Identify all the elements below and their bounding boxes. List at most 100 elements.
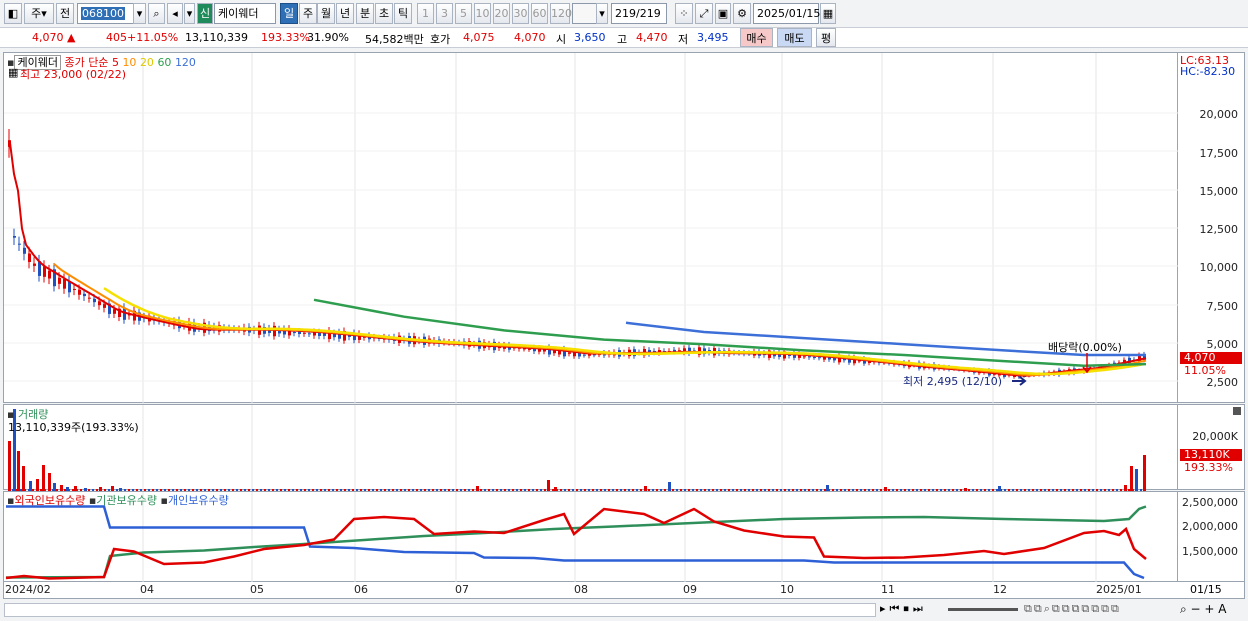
volume-value: 13,110,339 xyxy=(185,31,248,44)
gear-icon[interactable]: ⚙ xyxy=(733,3,751,24)
period-tab[interactable]: 분 xyxy=(356,3,374,24)
range-field[interactable]: 219/219 xyxy=(611,3,667,24)
holdings-panel[interactable]: ▪외국인보유수량 ▪기관보유수량 ▪개인보유수량 xyxy=(3,491,1178,583)
minute-button[interactable]: 120 xyxy=(550,3,572,24)
x-tick: 12 xyxy=(993,583,1007,596)
volume-bar xyxy=(668,482,671,491)
candle-body xyxy=(23,247,26,254)
change-pct: +11.05% xyxy=(127,31,179,44)
candle-body xyxy=(93,298,96,303)
save-icon[interactable]: ▣ xyxy=(715,3,731,24)
date-field[interactable]: 2025/01/15 xyxy=(753,3,820,24)
period-tab[interactable]: 월 xyxy=(317,3,335,24)
chart-window: ◧ 주▾ 전 068100 ▾ ⌕ ◂ ▾ 신 케이웨더 일주월년분초틱 135… xyxy=(0,0,1248,621)
candle-body xyxy=(28,253,31,263)
calendar-icon[interactable]: ▦ xyxy=(820,3,836,24)
volume-note: 13,110,339주(193.33%) xyxy=(8,421,139,434)
price-panel[interactable]: ▪ 케이웨더 종가 단순 5 10 20 60 120 ▦ 최고 23,000 (… xyxy=(3,52,1179,404)
candle-body xyxy=(583,354,586,356)
candle-body xyxy=(48,270,51,279)
range-dropdown-icon[interactable]: ▾ xyxy=(596,3,608,24)
y-tick: 12,500 xyxy=(1199,223,1239,236)
minute-button[interactable]: 5 xyxy=(455,3,472,24)
playback-controls[interactable]: ▸⏮⏹⏭ xyxy=(880,602,927,616)
candle-body xyxy=(63,279,66,289)
dividend-note: 배당락(0.00%) xyxy=(1048,341,1122,354)
current-price-tag: 4,070 xyxy=(1180,352,1242,364)
volume-bar xyxy=(8,441,11,491)
volume-bar xyxy=(17,451,20,491)
candle-body xyxy=(568,352,571,354)
ma60-label: 60 xyxy=(157,56,172,69)
stock-name-field: 케이웨더 xyxy=(214,3,276,24)
candle-body xyxy=(78,289,81,295)
minute-button[interactable]: 60 xyxy=(531,3,548,24)
buy-button[interactable]: 매수 xyxy=(740,28,773,47)
x-tick: 2025/01 xyxy=(1096,583,1142,596)
zoom-slider[interactable] xyxy=(948,608,1018,611)
search-icon[interactable]: ⌕ xyxy=(148,3,165,24)
period-tab[interactable]: 주 xyxy=(299,3,317,24)
period-tab[interactable]: 일 xyxy=(280,3,298,24)
volume-bar xyxy=(53,483,56,491)
minute-button[interactable]: 3 xyxy=(436,3,453,24)
dots-icon[interactable]: ⁘ xyxy=(675,3,693,24)
tool-icons[interactable]: ⧉⧉⌕⧉⧉⧉⧉⧉⧉⧉ xyxy=(1024,602,1121,616)
y-tick: 2,500 xyxy=(1206,376,1239,389)
y-tick: 10,000 xyxy=(1199,261,1239,274)
high-label: 고 xyxy=(617,33,628,46)
sell-button[interactable]: 매도 xyxy=(777,28,812,47)
x-tick: 11 xyxy=(881,583,895,596)
price-chart-svg xyxy=(4,53,1179,404)
minute-button[interactable]: 10 xyxy=(474,3,491,24)
volume-bar xyxy=(1130,466,1133,491)
volume-bar xyxy=(1135,469,1138,491)
y-tick: 17,500 xyxy=(1199,147,1239,160)
y-tick: 20,000K xyxy=(1192,430,1238,443)
x-tick: 06 xyxy=(354,583,368,596)
change-value: 405 xyxy=(106,31,127,44)
open-value: 3,650 xyxy=(574,31,606,44)
current-pct-tag: 11.05% xyxy=(1184,364,1226,377)
y-tick: 2,500,000 xyxy=(1182,496,1238,509)
volume-panel[interactable]: ▪ 거래량 13,110,339주(193.33%) xyxy=(3,404,1178,491)
amount: 54,582백만 xyxy=(365,33,424,46)
quote-bar: 4,070 ▲ 405 +11.05% 13,110,339 193.33% 3… xyxy=(0,27,1248,48)
maximize-icon[interactable] xyxy=(1233,407,1241,415)
candle-body xyxy=(58,277,61,284)
ma5-line xyxy=(9,142,1147,377)
scrollbar[interactable] xyxy=(4,603,876,617)
code-dropdown-icon[interactable]: ▾ xyxy=(133,3,146,24)
minute-button[interactable]: 1 xyxy=(417,3,434,24)
high-value: 4,470 xyxy=(636,31,668,44)
crosshair-icon[interactable]: ⤢ xyxy=(695,3,713,24)
volume-bar xyxy=(22,466,25,491)
period-tab[interactable]: 틱 xyxy=(394,3,412,24)
minute-button[interactable]: 30 xyxy=(512,3,529,24)
eval-button[interactable]: 평 xyxy=(816,28,836,47)
speaker-icon[interactable]: ◂ xyxy=(167,3,183,24)
period-tab[interactable]: 초 xyxy=(375,3,393,24)
candle-body xyxy=(273,325,276,337)
holdings-axis: 2,500,000 2,000,000 1,500,000 xyxy=(1178,491,1245,582)
zoom-controls[interactable]: ⌕ − + A xyxy=(1180,602,1226,617)
ma120-label: 120 xyxy=(174,56,196,69)
min-note: 최저 2,495 (12/10) xyxy=(903,375,1003,388)
volume-bar xyxy=(36,479,39,491)
candle-body xyxy=(83,293,86,297)
volume-chart-svg xyxy=(8,405,1146,491)
up-arrow-icon: ▲ xyxy=(67,31,76,44)
candle-body xyxy=(808,356,811,358)
prev-button[interactable]: 전 xyxy=(56,3,74,24)
market-select[interactable]: 주▾ xyxy=(24,3,54,24)
period-tab[interactable]: 년 xyxy=(336,3,354,24)
candle-body xyxy=(293,332,296,334)
minute-button[interactable]: 20 xyxy=(493,3,510,24)
window-icon[interactable]: ◧ xyxy=(4,3,22,24)
bottom-bar: ▸⏮⏹⏭ ⧉⧉⌕⧉⧉⧉⧉⧉⧉⧉ ⌕ − + A xyxy=(0,600,1248,621)
calendar-small-icon: ▦ xyxy=(8,66,19,79)
candle-body xyxy=(13,236,16,238)
legend-foreign: 외국인보유수량 xyxy=(14,494,86,507)
speaker-dropdown-icon[interactable]: ▾ xyxy=(184,3,195,24)
hc-label: HC:-82.30 xyxy=(1180,65,1236,78)
